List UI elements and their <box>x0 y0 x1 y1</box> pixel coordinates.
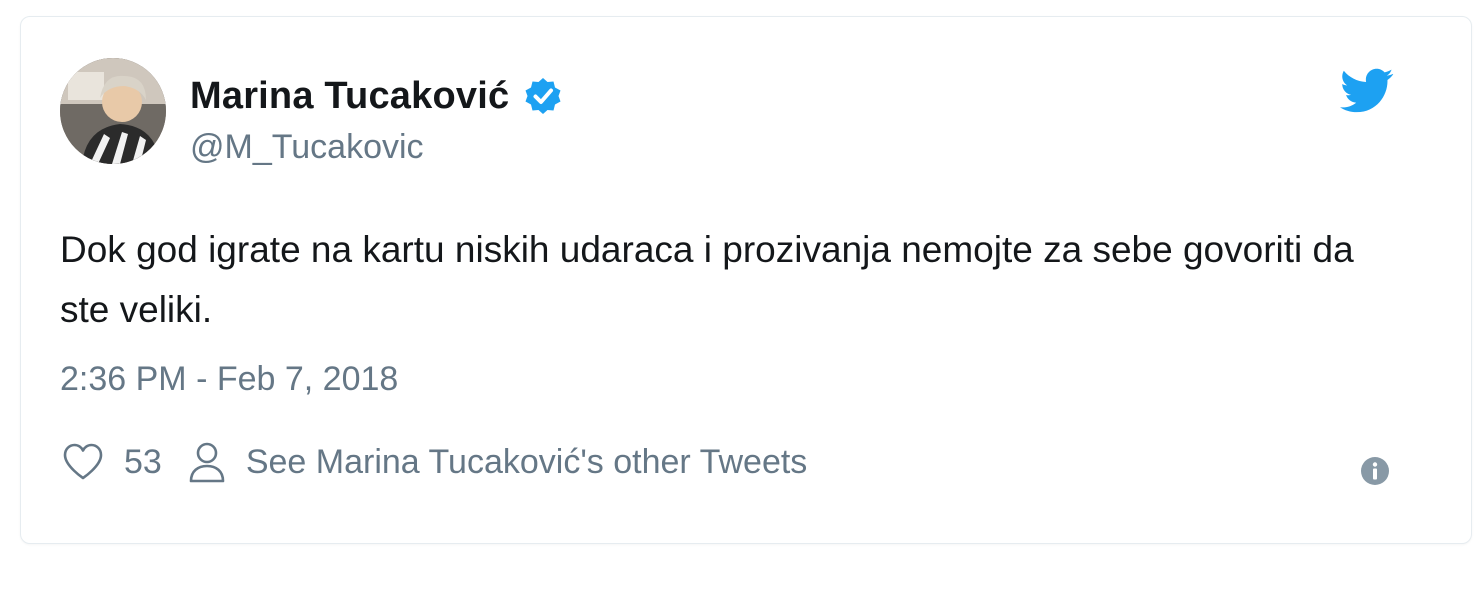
verified-badge-icon <box>525 78 561 114</box>
heart-icon[interactable] <box>62 442 104 482</box>
see-other-tweets-link[interactable]: See Marina Tucaković's other Tweets <box>246 443 807 482</box>
tweet-actions: 53 See Marina Tucaković's other Tweets <box>62 440 807 484</box>
info-icon[interactable] <box>1360 456 1390 486</box>
tweet-timestamp[interactable]: 2:36 PM - Feb 7, 2018 <box>60 360 398 399</box>
person-icon <box>189 442 225 483</box>
author-display-name[interactable]: Marina Tucaković <box>190 75 509 118</box>
like-count[interactable]: 53 <box>124 443 162 482</box>
twitter-bird-icon[interactable] <box>1340 68 1394 114</box>
author-handle[interactable]: @M_Tucakovic <box>190 128 424 167</box>
avatar[interactable] <box>60 58 166 164</box>
tweet-text: Dok god igrate na kartu niskih udaraca i… <box>60 229 1354 330</box>
author-name-row[interactable]: Marina Tucaković <box>190 72 563 120</box>
